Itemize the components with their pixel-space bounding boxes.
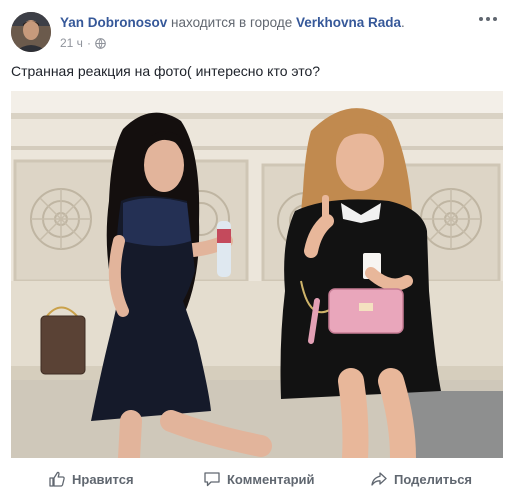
location-prefix: находится в городе (167, 15, 296, 30)
location-suffix: . (401, 15, 405, 30)
location-link[interactable]: Verkhovna Rada (296, 15, 401, 30)
comment-button[interactable]: Комментарий (203, 470, 315, 488)
thumbs-up-icon (49, 471, 65, 487)
comment-label: Комментарий (227, 471, 315, 487)
author-avatar[interactable] (11, 12, 51, 52)
post-options-icon[interactable] (479, 14, 501, 24)
post-text: Странная реакция на фото( интересно кто … (11, 63, 321, 79)
author-name[interactable]: Yan Dobronosov (60, 15, 167, 30)
share-button[interactable]: Поделиться (370, 470, 472, 488)
post-header-line: Yan Dobronosov находится в городе Verkho… (60, 15, 405, 30)
comment-icon (204, 472, 220, 487)
like-button[interactable]: Нравится (48, 470, 134, 488)
photo-illustration (11, 91, 503, 458)
share-label: Поделиться (394, 471, 473, 487)
meta-separator: · (86, 36, 91, 50)
globe-icon (95, 37, 106, 49)
post-timestamp[interactable]: 21 ч (60, 36, 83, 50)
share-icon (371, 472, 387, 486)
post-action-bar: Нравится Комментарий Поделиться (0, 462, 515, 496)
post-meta: 21 ч · (60, 36, 106, 50)
post-photo[interactable] (11, 91, 503, 458)
feed-post: Yan Dobronosov находится в городе Verkho… (0, 0, 515, 500)
like-label: Нравится (72, 471, 134, 487)
